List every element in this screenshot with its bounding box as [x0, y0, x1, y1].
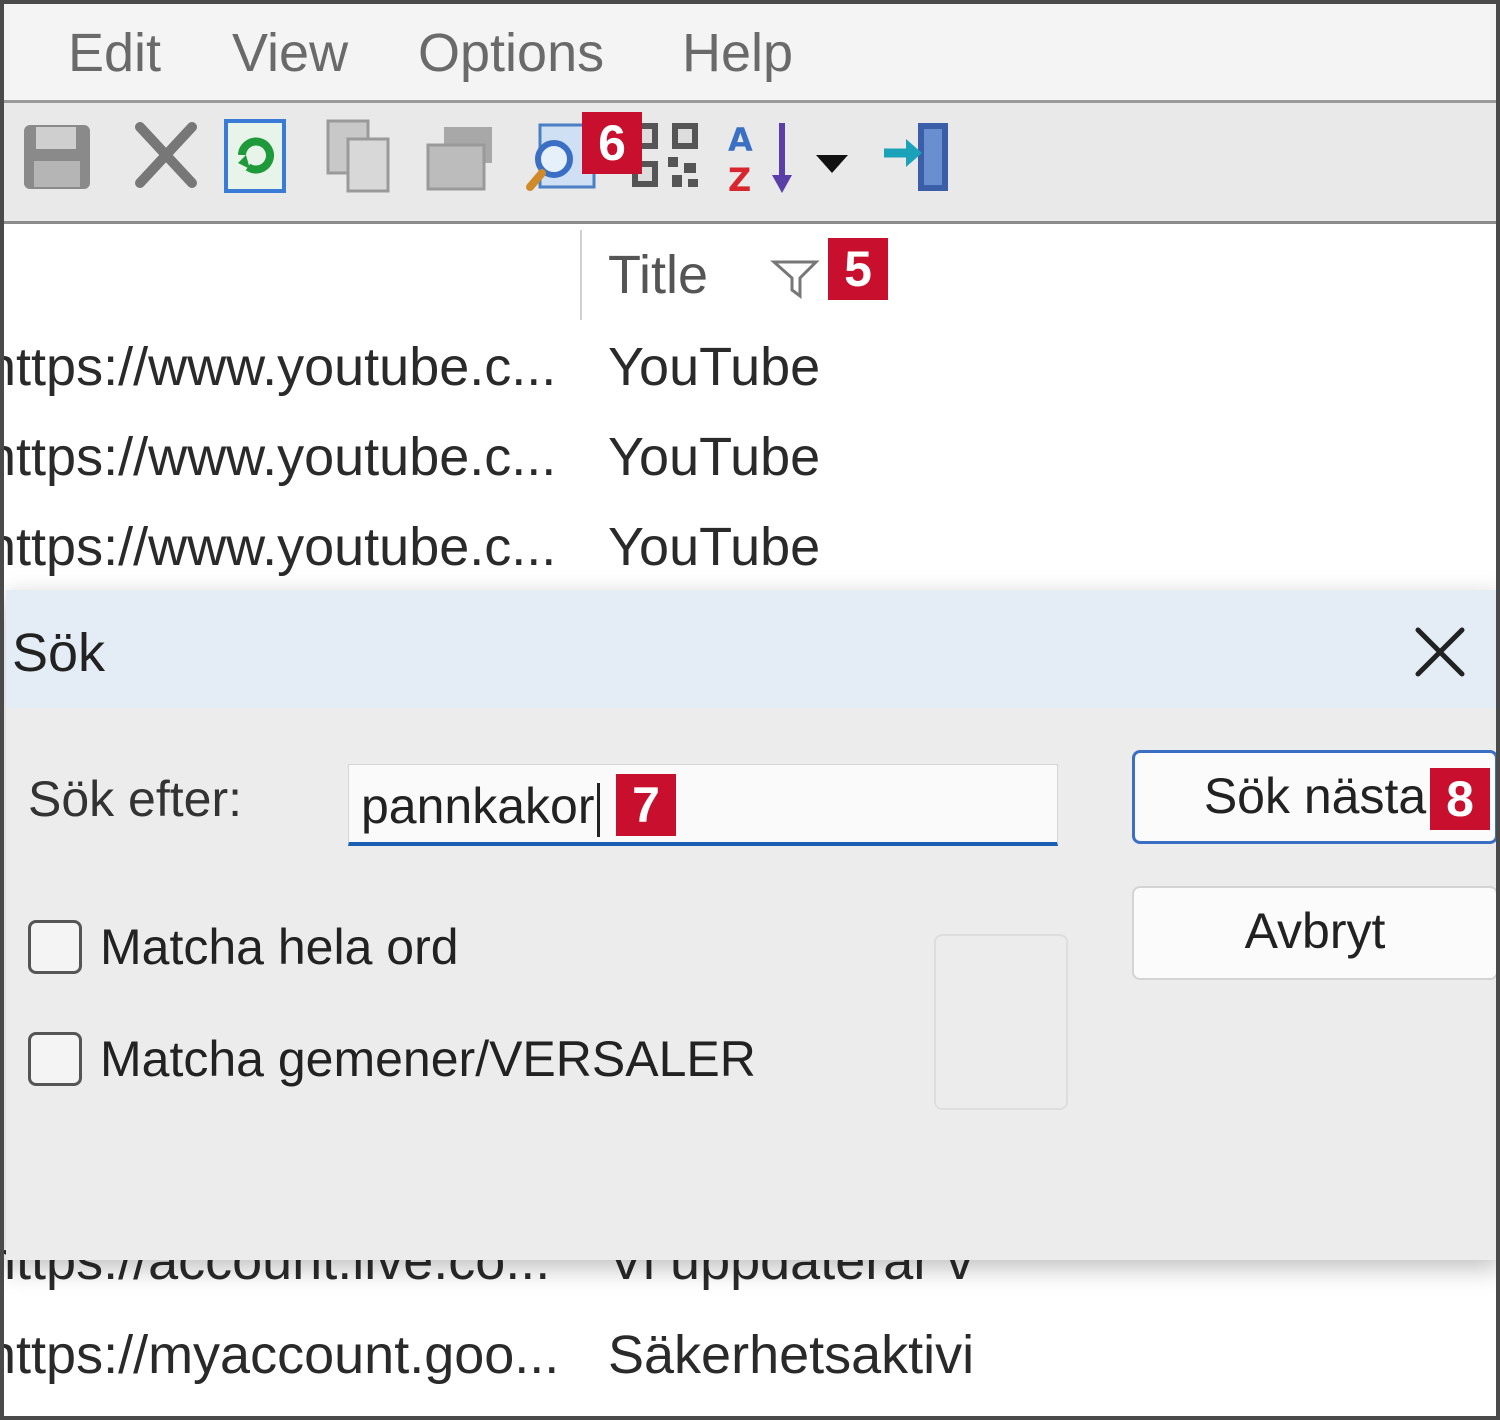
text-caret	[596, 782, 600, 837]
search-label: Sök efter:	[28, 771, 242, 827]
direction-groupbox	[934, 934, 1068, 1110]
menu-view[interactable]: View	[232, 22, 348, 84]
cell-title: YouTube	[608, 337, 821, 397]
menu-options[interactable]: Options	[418, 22, 604, 84]
cell-url: https://www.youtube.c...	[0, 427, 557, 487]
dialog-title: Sök	[12, 623, 106, 683]
cell-title: YouTube	[608, 517, 821, 577]
cell-title: YouTube	[608, 427, 821, 487]
properties-icon[interactable]	[422, 117, 498, 195]
copy-icon[interactable]	[322, 117, 398, 195]
callout-badge-8: 8	[1430, 768, 1490, 830]
callout-badge-7: 7	[616, 774, 676, 836]
table-row[interactable]: https://myaccount.goo... Säkerhetsaktivi	[0, 1324, 1500, 1414]
match-whole-word-checkbox[interactable]	[28, 920, 82, 974]
close-icon[interactable]	[1408, 620, 1472, 684]
match-whole-word-label[interactable]: Matcha hela ord	[100, 918, 459, 976]
svg-text:Z: Z	[728, 161, 751, 195]
column-header-title[interactable]: Title	[608, 244, 708, 306]
cell-title: Säkerhetsaktivi	[608, 1325, 975, 1385]
filter-icon[interactable]	[770, 256, 820, 300]
match-case-label[interactable]: Matcha gemener/VERSALER	[100, 1030, 756, 1088]
sort-az-icon[interactable]: AZ	[724, 117, 794, 199]
dropdown-arrow-icon[interactable]	[812, 117, 852, 195]
menu-edit[interactable]: Edit	[68, 22, 161, 84]
menu-help[interactable]: Help	[682, 22, 793, 84]
search-value: pannkakor	[361, 777, 600, 837]
toolbar: AZ	[0, 103, 1500, 224]
cell-url: https://www.youtube.c...	[0, 337, 557, 397]
search-text: pannkakor	[361, 778, 595, 834]
callout-badge-5: 5	[828, 238, 888, 300]
save-icon[interactable]	[20, 117, 96, 195]
table-row[interactable]: https://www.youtube.c... YouTube	[0, 426, 1500, 516]
delete-icon[interactable]	[128, 117, 204, 195]
search-input[interactable]: pannkakor	[348, 764, 1058, 846]
cell-url: https://www.youtube.c...	[0, 517, 557, 577]
table-row[interactable]: https://www.youtube.c... YouTube	[0, 336, 1500, 426]
cancel-button[interactable]: Avbryt	[1132, 886, 1498, 980]
find-dialog: Sök Sök efter: pannkakor Sök nästa Avbry…	[6, 590, 1500, 1260]
dialog-titlebar[interactable]: Sök	[6, 590, 1500, 708]
match-case-checkbox[interactable]	[28, 1032, 82, 1086]
refresh-icon[interactable]	[220, 117, 296, 195]
cell-url: https://myaccount.goo...	[0, 1325, 560, 1385]
menu-bar: Edit View Options Help	[0, 0, 1500, 103]
svg-text:A: A	[728, 121, 753, 159]
callout-badge-6: 6	[582, 112, 642, 174]
column-divider[interactable]	[580, 230, 582, 320]
exit-icon[interactable]	[880, 117, 956, 195]
